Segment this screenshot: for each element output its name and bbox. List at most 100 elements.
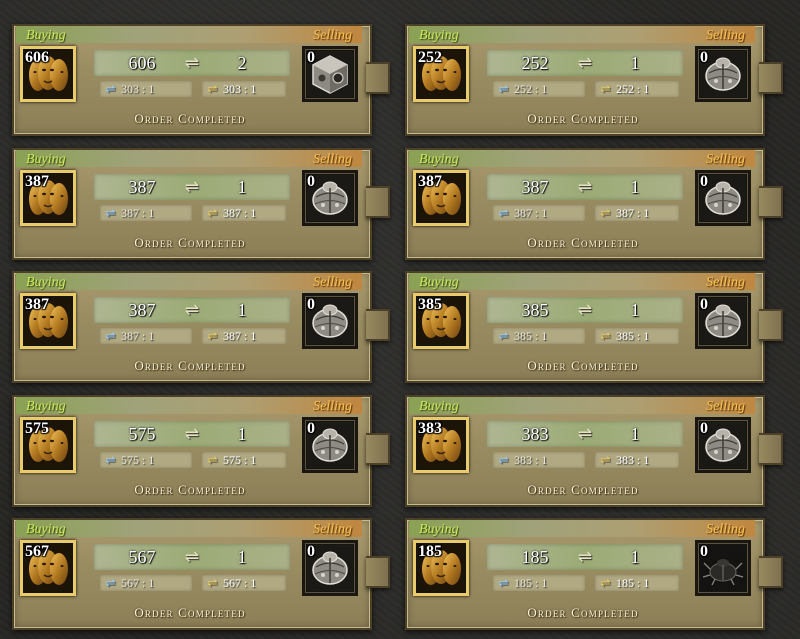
card-side-tab[interactable]	[759, 309, 783, 341]
sell-amount: 1	[237, 300, 247, 320]
market-ratio: ⇌ 185 : 1	[493, 575, 585, 591]
trade-amount-bar: 383 ⇌ 1	[487, 421, 683, 447]
market-ratio: ⇌ 387 : 1	[493, 205, 585, 221]
market-ratio-value: 387 : 1	[514, 206, 548, 220]
sell-item-slot[interactable]: 0	[302, 540, 358, 596]
buy-item-slot[interactable]: 383	[413, 417, 469, 473]
exchange-arrows-icon: ⇌	[184, 300, 200, 319]
trade-amount-bar: 575 ⇌ 1	[94, 421, 290, 447]
card-header: Buying Selling	[409, 273, 755, 290]
card-header: Buying Selling	[16, 26, 362, 43]
selling-label: Selling	[706, 275, 745, 290]
card-side-tab[interactable]	[366, 309, 390, 341]
buy-item-slot[interactable]: 185	[413, 540, 469, 596]
trade-order-card[interactable]: Buying Selling	[12, 271, 390, 383]
order-status: Order Completed	[527, 111, 639, 126]
order-ratio-icon: ⇌	[600, 576, 611, 590]
buy-stack-count: 387	[25, 173, 49, 190]
trade-order-card[interactable]: Buying Selling	[405, 24, 783, 136]
trade-order-card[interactable]: Buying Selling	[12, 24, 390, 136]
exchange-arrows-icon: ⇌	[577, 177, 593, 196]
selling-label: Selling	[706, 152, 745, 167]
exchange-arrows-icon: ⇌	[577, 547, 593, 566]
selling-label: Selling	[313, 399, 352, 414]
market-ratio-value: 575 : 1	[121, 453, 155, 467]
order-ratio-value: 383 : 1	[616, 453, 650, 467]
buy-item-slot[interactable]: 252	[413, 46, 469, 102]
sell-amount: 2	[237, 53, 247, 73]
sell-amount: 1	[630, 424, 640, 444]
card-side-tab[interactable]	[366, 62, 390, 94]
order-ratio-value: 385 : 1	[616, 329, 650, 343]
trade-amount-bar: 387 ⇌ 1	[94, 174, 290, 200]
card-header: Buying Selling	[409, 397, 755, 414]
trade-order-card[interactable]: Buying Selling	[405, 395, 783, 507]
trade-amount-bar: 385 ⇌ 1	[487, 297, 683, 323]
trade-order-card[interactable]: Buying Selling	[405, 148, 783, 260]
buy-amount: 567	[128, 547, 156, 567]
market-ratio-value: 387 : 1	[121, 329, 155, 343]
sell-item-slot[interactable]: 0	[695, 46, 751, 102]
buy-item-slot[interactable]: 385	[413, 293, 469, 349]
card-side-tab[interactable]	[759, 433, 783, 465]
sell-stack-count: 0	[307, 49, 315, 66]
card-side-tab[interactable]	[366, 186, 390, 218]
trade-order-card[interactable]: Buying Selling	[12, 518, 390, 630]
sell-item-slot[interactable]: 0	[302, 293, 358, 349]
market-ratio-icon: ⇌	[498, 576, 509, 590]
card-side-tab[interactable]	[366, 556, 390, 588]
order-ratio: ⇌ 567 : 1	[202, 575, 286, 591]
exchange-arrows-icon: ⇌	[184, 547, 200, 566]
buy-amount: 252	[521, 53, 549, 73]
sell-item-slot[interactable]: 0	[695, 540, 751, 596]
order-ratio-icon: ⇌	[207, 329, 218, 343]
buy-item-slot[interactable]: 387	[20, 170, 76, 226]
order-ratio-value: 567 : 1	[223, 576, 257, 590]
market-ratio: ⇌ 575 : 1	[100, 452, 192, 468]
market-ratio-icon: ⇌	[105, 453, 116, 467]
exchange-arrows-icon: ⇌	[184, 177, 200, 196]
exchange-arrows-icon: ⇌	[577, 53, 593, 72]
sell-item-slot[interactable]: 0	[695, 170, 751, 226]
buy-amount: 385	[521, 300, 549, 320]
sell-item-slot[interactable]: 0	[302, 417, 358, 473]
buying-label: Buying	[419, 28, 459, 43]
sell-item-slot[interactable]: 0	[302, 170, 358, 226]
trade-order-card[interactable]: Buying Selling	[405, 271, 783, 383]
order-ratio-icon: ⇌	[600, 206, 611, 220]
buying-label: Buying	[419, 399, 459, 414]
trade-order-card[interactable]: Buying Selling	[12, 395, 390, 507]
order-ratio-value: 387 : 1	[223, 206, 257, 220]
order-ratio-icon: ⇌	[600, 453, 611, 467]
card-header: Buying Selling	[16, 150, 362, 167]
card-side-tab[interactable]	[759, 62, 783, 94]
exchange-arrows-icon: ⇌	[184, 424, 200, 443]
buying-label: Buying	[26, 522, 66, 537]
buying-label: Buying	[419, 152, 459, 167]
buy-item-slot[interactable]: 575	[20, 417, 76, 473]
sell-item-slot[interactable]: 0	[695, 293, 751, 349]
trade-order-card[interactable]: Buying Selling	[405, 518, 783, 630]
market-ratio-value: 185 : 1	[514, 576, 548, 590]
trade-order-card[interactable]: Buying Selling	[12, 148, 390, 260]
card-side-tab[interactable]	[759, 556, 783, 588]
sell-stack-count: 0	[700, 296, 708, 313]
card-side-tab[interactable]	[759, 186, 783, 218]
order-status: Order Completed	[527, 605, 639, 620]
sell-item-slot[interactable]: 0	[695, 417, 751, 473]
order-ratio-value: 387 : 1	[616, 206, 650, 220]
order-ratio-value: 185 : 1	[616, 576, 650, 590]
buy-item-slot[interactable]: 387	[413, 170, 469, 226]
order-ratio: ⇌ 383 : 1	[595, 452, 679, 468]
buy-item-slot[interactable]: 606	[20, 46, 76, 102]
sell-item-slot[interactable]: 0	[302, 46, 358, 102]
market-ratio-value: 567 : 1	[121, 576, 155, 590]
buy-stack-count: 387	[25, 296, 49, 313]
card-side-tab[interactable]	[366, 433, 390, 465]
buy-item-slot[interactable]: 567	[20, 540, 76, 596]
market-ratio-icon: ⇌	[498, 453, 509, 467]
market-ratio-icon: ⇌	[105, 82, 116, 96]
market-ratio-icon: ⇌	[498, 206, 509, 220]
exchange-arrows-icon: ⇌	[184, 53, 200, 72]
buy-item-slot[interactable]: 387	[20, 293, 76, 349]
